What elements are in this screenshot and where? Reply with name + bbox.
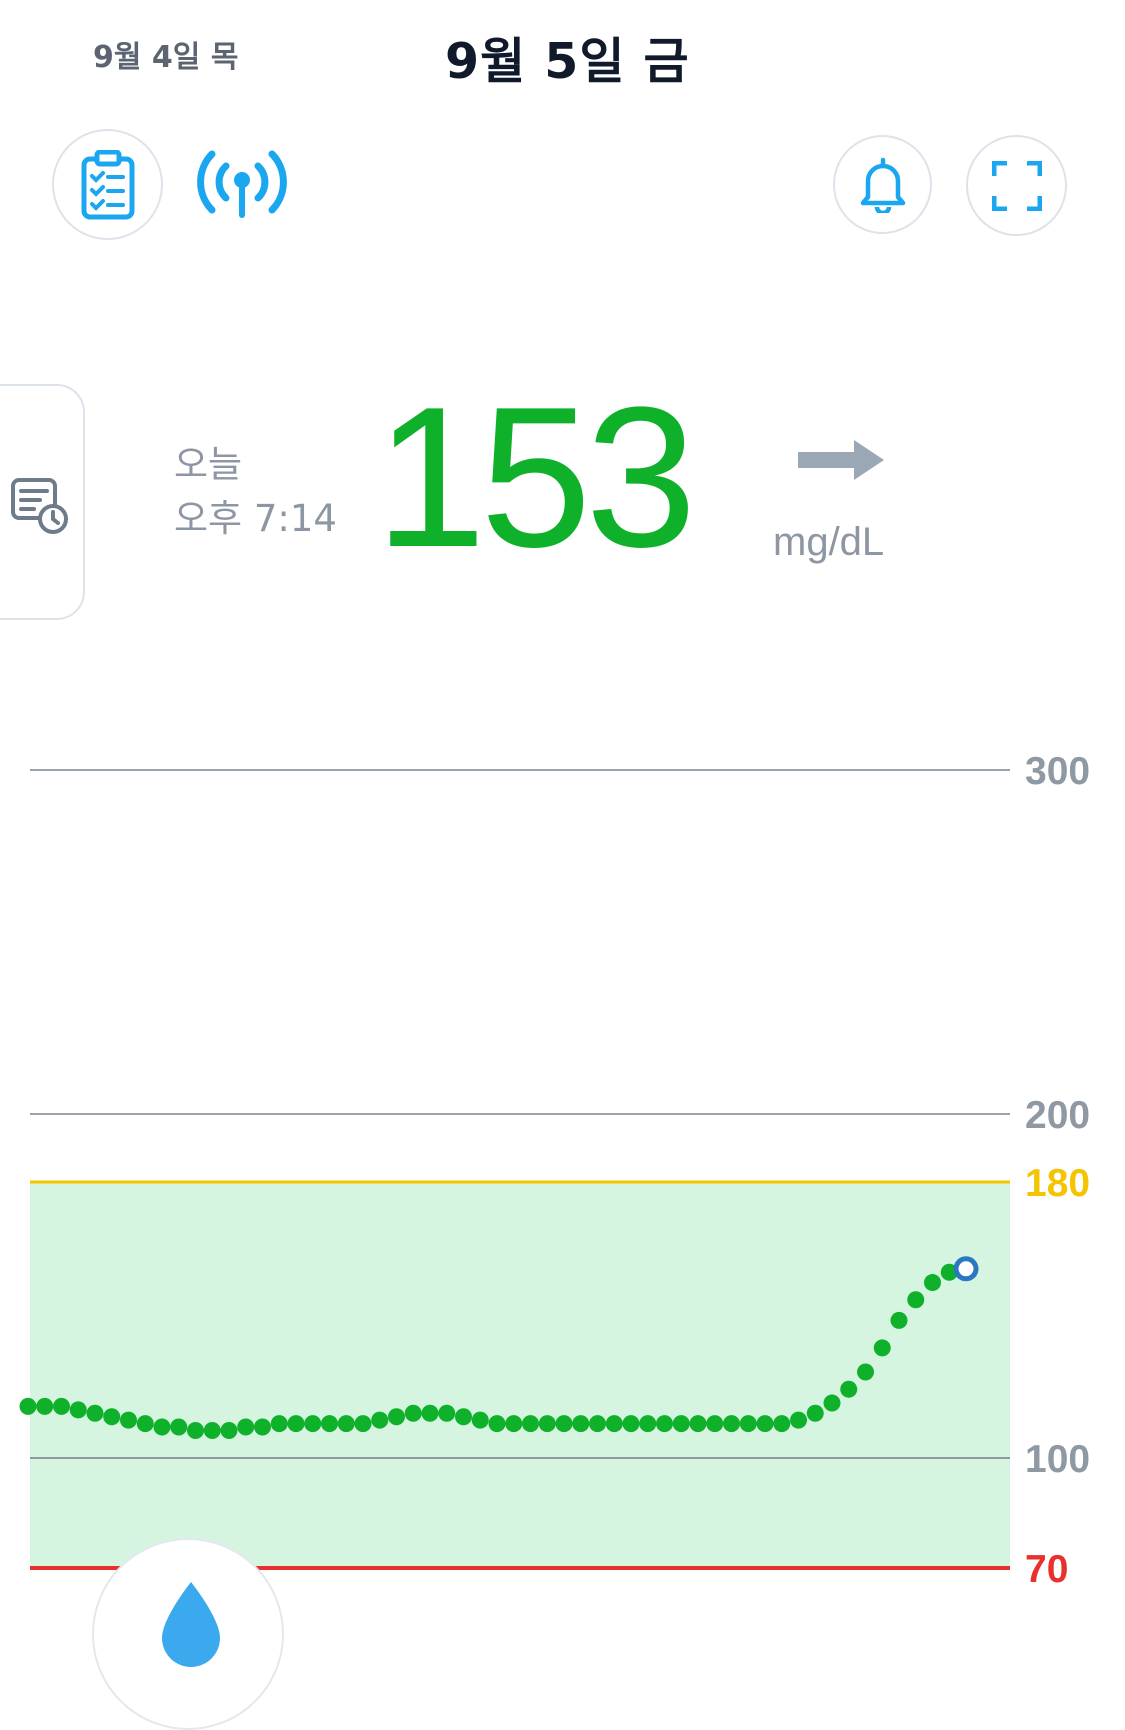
reading-time: 오후 7:14 [174,497,337,540]
glucose-point [19,1397,37,1415]
y-tick-200: 200 [1025,1094,1090,1137]
glucose-point [656,1415,673,1433]
y-tick-300: 300 [1025,750,1090,793]
glucose-point [639,1415,657,1433]
glucose-point [170,1418,188,1436]
glucose-point [136,1415,154,1433]
glucose-point [538,1415,556,1433]
expand-button[interactable] [966,135,1067,236]
glucose-point [505,1415,523,1433]
glucose-point [321,1415,338,1433]
reading-day: 오늘 [174,443,243,486]
glucose-point [589,1415,606,1433]
glucose-point [69,1401,87,1419]
glucose-point [605,1415,623,1433]
glucose-point [689,1415,707,1433]
expand-icon [991,160,1042,211]
blood-drop-icon [162,1582,220,1667]
glucose-point [337,1415,355,1433]
glucose-point [455,1408,472,1426]
glucose-point [739,1415,757,1433]
glucose-point [36,1397,54,1415]
glucose-unit: mg/dL [773,520,885,564]
glucose-point [86,1404,104,1422]
clipboard-checklist-icon [81,149,134,219]
glucose-point [924,1274,941,1292]
glucose-point [120,1411,137,1429]
y-tick-100: 100 [1025,1438,1090,1481]
glucose-point [371,1411,389,1429]
glucose-point [421,1404,439,1422]
glucose-point [237,1418,255,1436]
glucose-point [270,1415,288,1433]
glucose-point [354,1415,372,1433]
glucose-point [622,1415,640,1433]
glucose-point [388,1408,405,1426]
glucose-point [53,1397,70,1415]
glucose-point [555,1415,573,1433]
glucose-chart: 300 200 180 100 70 [19,750,1090,1591]
glucose-point [287,1415,305,1433]
reading-timestamp: 오늘 오후 7:14 [174,438,337,546]
glucose-point [723,1415,740,1433]
glucose-point [404,1404,422,1422]
glucose-point [773,1415,791,1433]
sensor-signal-icon[interactable] [196,148,288,220]
glucose-point [103,1408,121,1426]
date-current: 9월 5일 금 [445,33,690,90]
log-button[interactable] [52,129,163,240]
latest-reading-point [953,1256,979,1282]
glucose-value: 153 [375,366,697,589]
glucose-point [806,1404,824,1422]
history-side-tab[interactable] [0,384,85,620]
bell-icon [860,157,905,213]
glucose-point [220,1421,238,1439]
date-prev[interactable]: 9월 4일 목 [93,32,238,76]
glucose-point [840,1380,858,1398]
glucose-point [706,1415,724,1433]
trend-arrow-icon [798,440,884,480]
glucose-point [907,1291,925,1309]
glucose-point [488,1415,506,1433]
glucose-point [438,1404,456,1422]
glucose-point [672,1415,690,1433]
add-entry-button[interactable] [92,1538,284,1730]
glucose-point [790,1411,807,1429]
glucose-point [823,1394,841,1412]
glucose-point [756,1415,774,1433]
glucose-point [254,1418,271,1436]
y-tick-180: 180 [1025,1162,1090,1205]
alerts-button[interactable] [833,135,932,234]
glucose-point [153,1418,171,1436]
glucose-point [203,1421,221,1439]
glucose-point [187,1421,204,1439]
glucose-point [857,1363,874,1381]
glucose-point [572,1415,590,1433]
glucose-point [522,1415,539,1433]
glucose-point [873,1339,891,1357]
glucose-point [471,1411,489,1429]
glucose-point [890,1311,908,1329]
history-report-icon [11,478,68,534]
y-tick-70: 70 [1025,1548,1068,1591]
glucose-point [304,1415,322,1433]
